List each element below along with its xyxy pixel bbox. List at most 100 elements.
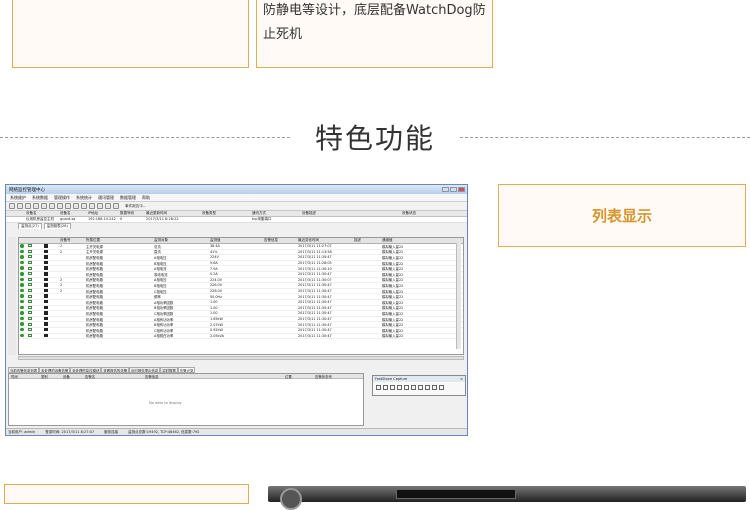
grid-cell: 0.92kW xyxy=(210,328,223,333)
section-divider-right xyxy=(460,137,750,138)
grid-cell: B相电压 xyxy=(154,261,167,266)
close-icon[interactable]: × xyxy=(460,377,463,381)
alarm-column-header[interactable]: 告警名 xyxy=(83,374,143,379)
toolbar-icon[interactable] xyxy=(49,203,55,209)
grid-cell: 主开关电源 xyxy=(86,244,103,249)
grid-column-header[interactable]: 告警信息 xyxy=(263,238,297,243)
grid-column-header[interactable]: 描述 xyxy=(353,238,381,243)
grid-cell: 224.0V xyxy=(210,277,223,282)
toolbar-icon[interactable] xyxy=(9,203,15,209)
grid-row[interactable]: 机房配电箱 A相视在功率 2.05kVA 2017/3/11 11:30:47 模拟输入… xyxy=(19,333,463,340)
capture-tool-icon[interactable] xyxy=(425,385,430,390)
status-ok-icon xyxy=(20,299,24,304)
link-icon xyxy=(28,322,32,326)
alarm-column-header[interactable]: 类别 xyxy=(39,374,61,379)
maximize-icon[interactable] xyxy=(450,187,457,192)
toolbar-status-text: 事件报告中... xyxy=(125,203,147,208)
alarm-column-header[interactable]: 位置 xyxy=(283,374,313,379)
device-icon xyxy=(44,322,48,326)
grid-cell: 机房配电箱 xyxy=(86,278,103,283)
menu-item[interactable]: 系统数据 xyxy=(32,195,48,201)
menu-item[interactable]: 系统统计 xyxy=(76,195,92,201)
status-ok-icon xyxy=(20,277,24,282)
grid-column-header[interactable]: 最近变化时间 xyxy=(297,238,353,243)
device-cell: guard-sa xyxy=(60,217,76,221)
grid-column-header[interactable]: 监测对象 xyxy=(153,238,209,243)
grid-cell: 模拟输入量22 xyxy=(382,272,404,277)
device-icon xyxy=(44,288,48,293)
toolbar-icon[interactable] xyxy=(33,203,39,209)
menu-item[interactable]: 通讯管理 xyxy=(98,195,114,201)
status-ok-icon xyxy=(20,333,24,338)
capture-tool-icon[interactable] xyxy=(383,385,388,390)
grid-cell: 机房配电箱 xyxy=(86,267,103,272)
status-user: 当前用户: admin xyxy=(8,429,36,434)
grid-column-header[interactable]: 所属位置 xyxy=(85,238,153,243)
capture-tool-icon[interactable] xyxy=(390,385,395,390)
grid-column-header[interactable]: 监测值 xyxy=(209,238,263,243)
capture-tool-icon[interactable] xyxy=(376,385,381,390)
toolbar-icon[interactable] xyxy=(17,203,23,209)
status-login-time: 登录时间: 2017/3/11 8:27:07 xyxy=(45,429,95,434)
grid-cell: 机房配电箱 xyxy=(86,306,103,311)
device-icon xyxy=(44,305,48,310)
capture-tool-icon[interactable] xyxy=(439,385,444,390)
toolbar-icon[interactable] xyxy=(89,203,95,209)
grid-column-header[interactable]: 设备号 xyxy=(59,238,85,243)
feature-card-left xyxy=(12,0,249,68)
grid-cell: 2 xyxy=(60,277,63,282)
capture-tool-icon[interactable] xyxy=(411,385,416,390)
grid-horizontal-scrollbar[interactable] xyxy=(18,356,464,360)
toolbar-icon[interactable] xyxy=(25,203,31,209)
menu-item[interactable]: 数据管理 xyxy=(120,195,136,201)
grid-cell: 零线电流 xyxy=(154,272,168,277)
grid-cell: 2017/3/11 11:30:47 xyxy=(298,294,332,299)
grid-cell: C相电压 xyxy=(154,289,167,294)
grid-body: 2 主开关电源 总流 36.4A 2017/3/11 11:27:07 模拟输入量22 2 主… xyxy=(19,244,463,340)
grid-cell: 机房配电箱 xyxy=(86,323,103,328)
grid-cell: 模拟输入量22 xyxy=(382,283,404,288)
status-ok-icon xyxy=(20,311,24,315)
toolbar-icon[interactable] xyxy=(97,203,103,209)
tab-monitor-list[interactable]: 监测链表(28) xyxy=(43,223,71,229)
grid-column-header[interactable]: 通道值 xyxy=(381,238,421,243)
device-icon xyxy=(44,272,48,276)
grid-cell: 模拟输入量22 xyxy=(382,255,404,260)
grid-cell: 224V xyxy=(210,255,219,260)
grid-cell: 2 xyxy=(60,283,63,288)
alarm-column-header[interactable]: 时间 xyxy=(9,374,39,379)
grid-cell: 2017/3/11 11:30:47 xyxy=(298,317,332,322)
menu-item[interactable]: 管理操作 xyxy=(54,195,70,201)
column-header: 设备名 xyxy=(26,211,37,215)
grid-cell: 2017/3/11 11:30:47 xyxy=(298,305,332,310)
grid-cell: A相视在功率 xyxy=(154,334,174,339)
menu-item[interactable]: 帮助 xyxy=(142,195,150,201)
menu-item[interactable]: 系统维护 xyxy=(10,195,26,201)
toolbar-icon[interactable] xyxy=(57,203,63,209)
capture-tool-icon[interactable] xyxy=(404,385,409,390)
toolbar-icon[interactable] xyxy=(105,203,111,209)
grid-cell: 2017/3/11 11:30:47 xyxy=(298,255,332,260)
capture-tool-icon[interactable] xyxy=(397,385,402,390)
minimize-icon[interactable] xyxy=(442,187,449,192)
grid-cell: 1.00 xyxy=(210,300,218,305)
status-ok-icon xyxy=(20,272,24,276)
toolbar-icon[interactable] xyxy=(65,203,71,209)
alarm-column-header[interactable]: 告警状态号 xyxy=(313,374,353,379)
toolbar-icon[interactable] xyxy=(113,203,119,209)
toolbar-icon[interactable] xyxy=(41,203,47,209)
toolbar-icon[interactable] xyxy=(73,203,79,209)
column-header: 通讯方式 xyxy=(252,211,266,215)
capture-tool-icon[interactable] xyxy=(418,385,423,390)
grid-cell: 模拟输入量22 xyxy=(382,300,404,305)
grid-cell: 2017/3/11 11:30:47 xyxy=(298,333,332,338)
capture-tool-icon[interactable] xyxy=(432,385,437,390)
link-icon xyxy=(28,289,32,293)
alarm-column-header[interactable]: 设备 xyxy=(61,374,83,379)
alarm-column-header[interactable]: 告警信息 xyxy=(143,374,283,379)
grid-cell: B相有功功率 xyxy=(154,323,174,328)
close-icon[interactable] xyxy=(458,187,465,192)
toolbar-icon[interactable] xyxy=(81,203,87,209)
grid-vertical-scrollbar[interactable] xyxy=(456,243,461,349)
tab-monitor-points[interactable]: 监测点(27) xyxy=(18,223,42,229)
